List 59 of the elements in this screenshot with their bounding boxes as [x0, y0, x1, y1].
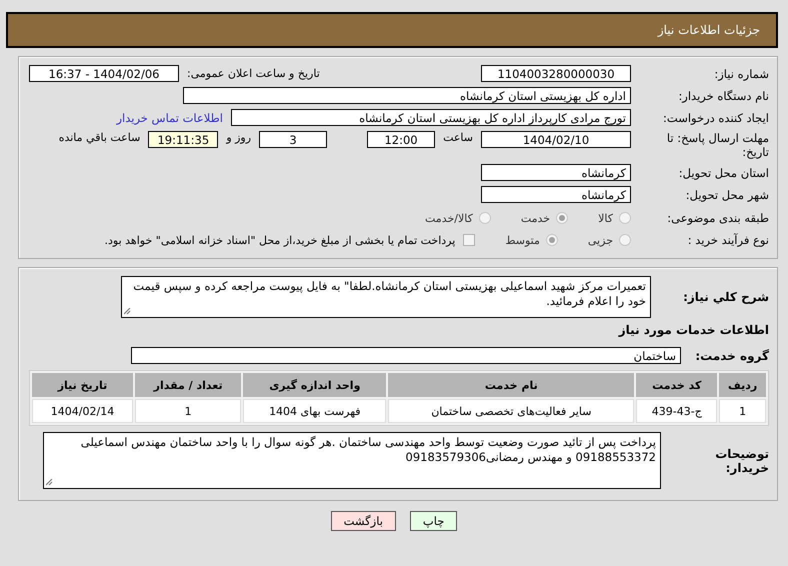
radio-button[interactable]	[478, 212, 491, 224]
field-label: ساعت	[443, 131, 473, 144]
days-field[interactable]: 3	[259, 131, 328, 148]
city-field[interactable]: کرمانشاه	[481, 186, 631, 203]
field-label: ساعت باقي مانده	[58, 131, 140, 144]
radio-button[interactable]	[619, 212, 631, 224]
field-label: روز و	[226, 131, 252, 144]
deadline-time-field[interactable]: 12:00	[367, 131, 436, 148]
remaining-time-field[interactable]: 19:11:35	[148, 131, 218, 148]
radio-button[interactable]	[619, 234, 631, 246]
checkbox-label: پرداخت تمام یا بخشی از مبلغ خرید،از محل "اسناد خزانه اسلامی" خواهد بود.	[104, 234, 456, 246]
print-button[interactable]: چاپ	[410, 511, 458, 531]
description-field[interactable]: تعمیرات مرکز شهید اسماعیلی بهزیستی استان کرمانشاه.لطفا" به فایل پیوست مراجعه کرده و سپس قیمت خود را اعلام فرمائید.	[121, 276, 651, 318]
field-label: نوع فرآیند خرید :	[686, 233, 769, 247]
radio-label: کالا/خدمت	[425, 212, 473, 224]
field-label: مهلت ارسال پاسخ: تا تاریخ:	[666, 131, 769, 159]
field-label: شماره نیاز:	[713, 66, 769, 80]
table-cell: ج-43-439	[636, 399, 718, 423]
column-header: تاریخ نیاز	[32, 373, 133, 397]
need-number-field[interactable]: 1104003280000030	[481, 65, 631, 82]
field-label: توضیحات خریدار:	[714, 446, 769, 474]
radio-label: متوسط	[505, 234, 540, 246]
column-header: نام خدمت	[388, 373, 634, 397]
field-label: گروه خدمت:	[694, 348, 769, 362]
section-heading: اطلاعات خدمات مورد نیاز	[618, 323, 769, 337]
radio-label: جزیی	[588, 234, 613, 246]
table-cell: فهرست بهای 1404	[243, 399, 386, 423]
radio-label: خدمت	[520, 212, 550, 224]
announce-date-field[interactable]: 1404/02/06 - 16:37	[29, 65, 179, 82]
field-label: نام دستگاه خریدار:	[677, 88, 769, 102]
creator-field[interactable]: تورج مرادی کارپرداز اداره کل بهزیستی استان کرمانشاه	[231, 109, 631, 126]
radio-button[interactable]	[546, 234, 558, 246]
field-label: تاریخ و ساعت اعلان عمومی:	[187, 67, 320, 80]
column-header: ردیف	[719, 373, 766, 397]
table-cell: سایر فعالیت‌های تخصصی ساختمان	[388, 399, 634, 423]
table-cell: 1	[135, 399, 242, 423]
page-title: جزئیات اطلاعات نیاز	[658, 23, 760, 37]
table-cell: 1	[719, 399, 766, 423]
resize-grip-icon[interactable]	[46, 479, 53, 486]
deadline-date-field[interactable]: 1404/02/10	[481, 131, 631, 148]
checkbox[interactable]	[463, 234, 476, 246]
column-header: تعداد / مقدار	[135, 373, 242, 397]
field-label: طبقه بندی موضوعی:	[666, 211, 769, 225]
table-cell: 1404/02/14	[32, 399, 133, 423]
resize-grip-icon[interactable]	[124, 308, 131, 315]
column-header: واحد اندازه گیری	[243, 373, 386, 397]
buyer-org-field[interactable]: اداره کل بهزیستی استان کرمانشاه	[183, 87, 631, 104]
field-label: شهر محل تحویل:	[684, 188, 769, 202]
service-group-field[interactable]: ساختمان	[131, 347, 681, 364]
field-label: ایجاد کننده درخواست:	[662, 110, 769, 124]
column-header: کد خدمت	[636, 373, 718, 397]
buyer-notes-field[interactable]: پرداخت پس از تائید صورت وضعیت توسط واحد مهندسی ساختمان .هر گونه سوال را با واحد ساختمان مهندس اسماعیلی 09188553372 و مهندس رمضانی09183579306	[43, 432, 661, 489]
field-label: استان محل تحویل:	[678, 166, 769, 180]
field-label: شرح كلي نياز:	[682, 290, 769, 304]
back-button[interactable]: بازگشت	[330, 511, 396, 531]
province-field[interactable]: کرمانشاه	[481, 164, 631, 181]
radio-label: کالا	[598, 212, 613, 224]
contact-link[interactable]: اطلاعات تماس خریدار	[116, 110, 223, 124]
radio-button[interactable]	[556, 212, 568, 224]
